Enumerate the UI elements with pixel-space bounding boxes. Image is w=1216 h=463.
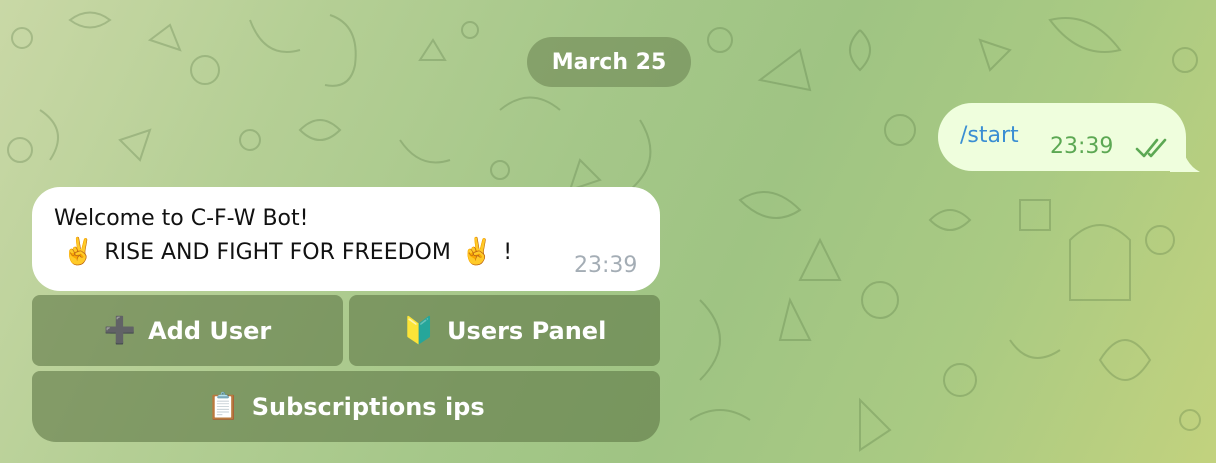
outgoing-message-time: 23:39 [1050, 134, 1114, 159]
welcome-text: Welcome to C-F-W Bot! [54, 206, 309, 231]
double-check-icon [1135, 138, 1167, 158]
subscriptions-ips-label: Subscriptions ips [251, 392, 485, 421]
outgoing-message-text[interactable]: /start [960, 123, 1019, 148]
slogan-line: ✌️ RISE AND FIGHT FOR FREEDOM ✌️ ! [62, 237, 512, 267]
date-separator-label: March 25 [551, 49, 667, 75]
users-panel-button[interactable]: 🔰 Users Panel [349, 295, 660, 366]
add-user-label: Add User [148, 316, 272, 345]
subscriptions-ips-button[interactable]: 📋 Subscriptions ips [32, 371, 660, 442]
slogan-suffix: ! [503, 239, 513, 265]
incoming-message-time: 23:39 [574, 253, 638, 278]
beginner-badge-icon: 🔰 [402, 315, 436, 346]
add-user-button[interactable]: ➕ Add User [32, 295, 343, 366]
victory-hand-icon: ✌️ [460, 237, 494, 267]
clipboard-icon: 📋 [207, 391, 240, 422]
plus-icon: ➕ [103, 315, 137, 346]
date-separator: March 25 [527, 37, 691, 87]
slogan-text: RISE AND FIGHT FOR FREEDOM [104, 239, 451, 265]
users-panel-label: Users Panel [447, 316, 607, 345]
outgoing-bubble-tail [1170, 138, 1200, 172]
victory-hand-icon: ✌️ [62, 237, 95, 267]
